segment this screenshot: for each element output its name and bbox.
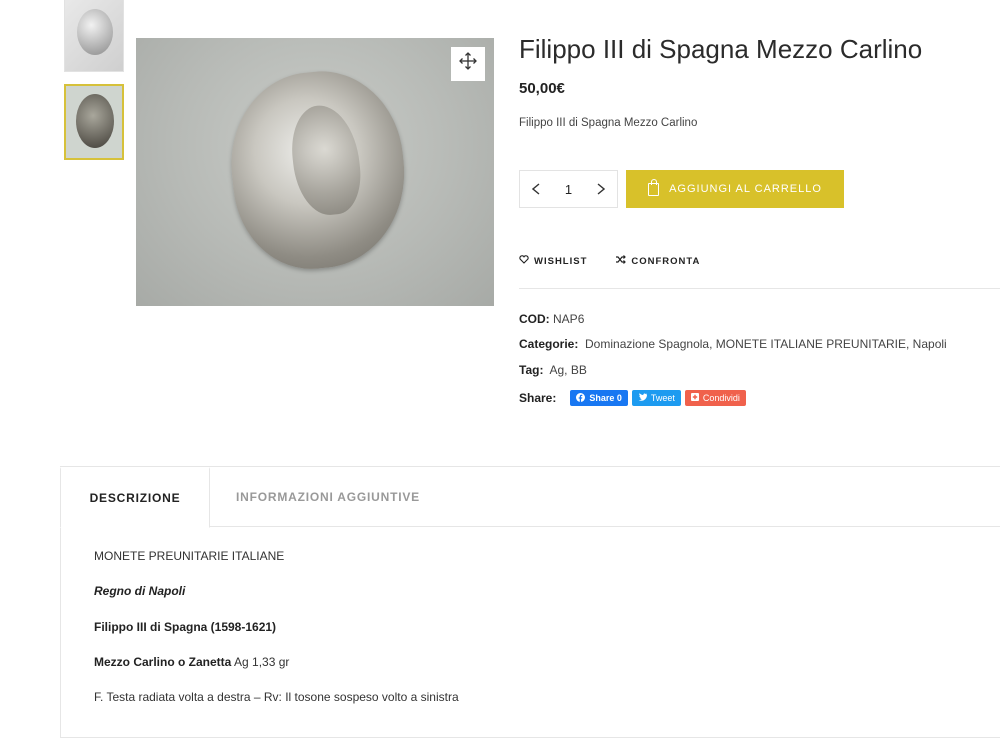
condividi-label: Condividi <box>702 393 740 403</box>
tab-list: DESCRIZIONE INFORMAZIONI AGGIUNTIVE <box>60 467 1000 528</box>
categories-links[interactable]: Dominazione Spagnola, MONETE ITALIANE PR… <box>585 337 947 351</box>
coin-weight: Ag 1,33 gr <box>231 655 290 669</box>
product-price: 50,00€ <box>519 80 565 97</box>
thumbnail-gallery <box>64 0 126 160</box>
product-short-description: Filippo III di Spagna Mezzo Carlino <box>519 117 698 129</box>
coin-name: Mezzo Carlino o Zanetta <box>94 655 232 669</box>
quantity-value[interactable]: 1 <box>565 182 572 197</box>
bag-icon <box>648 178 660 196</box>
add-to-cart-label: AGGIUNGI AL CARRELLO <box>669 183 822 195</box>
product-categories: Categorie: Dominazione Spagnola, MONETE … <box>519 337 947 351</box>
facebook-share-label: Share 0 <box>589 393 622 403</box>
share-label: Share: <box>519 391 557 405</box>
facebook-icon <box>576 392 586 404</box>
sku-label: COD: <box>519 312 550 326</box>
description-line: Regno di Napoli <box>94 584 186 598</box>
thumbnail-coin-reverse[interactable] <box>64 0 124 72</box>
description-line: Filippo III di Spagna (1598-1621) <box>94 620 277 634</box>
add-to-cart-button[interactable]: AGGIUNGI AL CARRELLO <box>626 170 844 208</box>
product-actions: WISHLIST CONFRONTA <box>519 255 700 267</box>
wishlist-label: WISHLIST <box>534 255 588 267</box>
tags-links[interactable]: Ag, BB <box>549 363 586 377</box>
condividi-button[interactable]: Condividi <box>684 390 746 406</box>
coin-image <box>76 94 114 148</box>
product-sku: COD: NAP6 <box>519 312 584 326</box>
chevron-left-icon[interactable] <box>531 179 540 200</box>
description-line: F. Testa radiata volta a destra – Rv: Il… <box>94 690 459 704</box>
shuffle-icon <box>615 255 627 267</box>
move-arrows-icon <box>459 52 477 76</box>
twitter-bird-icon <box>638 393 647 403</box>
share-row: Share: Share 0 Tweet Condividi <box>519 390 746 406</box>
chevron-right-icon[interactable] <box>597 179 606 200</box>
product-title: Filippo III di Spagna Mezzo Carlino <box>519 34 923 64</box>
description-line: MONETE PREUNITARIE ITALIANE <box>94 549 285 563</box>
tab-informazioni-aggiuntive[interactable]: INFORMAZIONI AGGIUNTIVE <box>236 467 420 527</box>
zoom-button[interactable] <box>451 47 485 81</box>
categories-label: Categorie: <box>519 337 579 351</box>
sku-value: NAP6 <box>553 312 585 326</box>
facebook-share-button[interactable]: Share 0 <box>570 390 628 406</box>
tweet-label: Tweet <box>650 393 675 403</box>
tab-descrizione[interactable]: DESCRIZIONE <box>60 467 210 528</box>
plus-square-icon <box>690 393 699 403</box>
compare-label: CONFRONTA <box>631 255 701 267</box>
compare-button[interactable]: CONFRONTA <box>615 255 700 267</box>
thumbnail-coin-obverse-selected[interactable] <box>64 84 124 160</box>
tweet-button[interactable]: Tweet <box>631 390 681 406</box>
tags-label: Tag: <box>519 363 544 377</box>
coin-image <box>222 63 414 277</box>
wishlist-button[interactable]: WISHLIST <box>519 255 587 267</box>
coin-portrait <box>287 101 365 219</box>
heart-icon <box>519 255 529 267</box>
coin-image <box>77 9 113 55</box>
description-line: Mezzo Carlino o Zanetta Ag 1,33 gr <box>94 655 289 669</box>
quantity-stepper[interactable]: 1 <box>519 170 618 208</box>
product-main-image[interactable] <box>136 38 494 306</box>
divider <box>519 288 1000 289</box>
product-tags: Tag: Ag, BB <box>519 363 587 377</box>
